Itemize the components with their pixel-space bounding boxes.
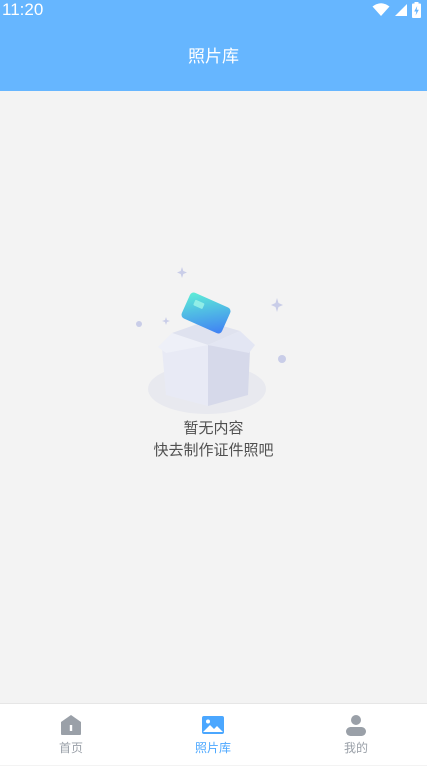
app-header: 11:20 照片库: [0, 0, 427, 91]
tab-mine-label: 我的: [343, 741, 368, 755]
user-icon: [346, 715, 366, 736]
empty-subtitle: 快去制作证件照吧: [153, 441, 274, 459]
tab-home-label: 首页: [58, 741, 83, 755]
battery-charging-icon: [412, 2, 421, 18]
status-icons: [372, 1, 421, 19]
home-icon: [61, 715, 81, 735]
wifi-icon: [372, 3, 390, 16]
status-time: 11:20: [2, 0, 44, 19]
page-title: 照片库: [188, 47, 239, 67]
empty-state: 暂无内容 快去制作证件照吧: [0, 260, 427, 470]
gallery-icon: [202, 716, 224, 734]
empty-box-icon: [136, 267, 286, 414]
tab-mine[interactable]: 我的: [285, 704, 427, 766]
tab-gallery[interactable]: 照片库: [142, 704, 284, 766]
tab-gallery-label: 照片库: [194, 741, 231, 755]
signal-icon: [395, 4, 407, 16]
status-bar: 11:20: [0, 0, 427, 22]
bottom-tab-bar: 首页 照片库 我的: [0, 703, 427, 765]
tab-home[interactable]: 首页: [0, 704, 142, 766]
empty-title: 暂无内容: [183, 419, 244, 437]
